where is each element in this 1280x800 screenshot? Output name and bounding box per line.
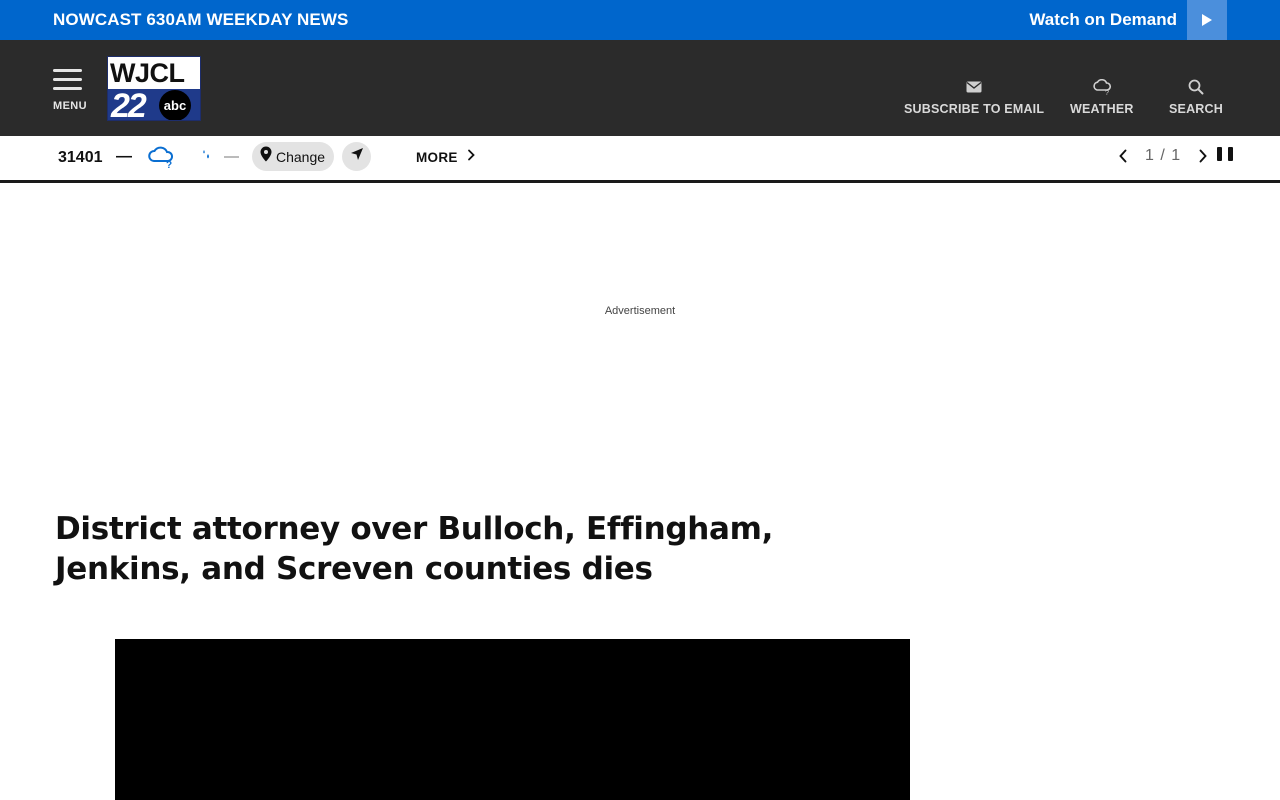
more-label: MORE: [416, 149, 458, 165]
alerts-pager: 1 / 1: [1114, 145, 1212, 167]
chevron-right-icon: [1199, 149, 1207, 163]
weather-condition-icon: ?: [147, 145, 175, 174]
watch-on-demand-label: Watch on Demand: [1029, 10, 1177, 29]
cloud-icon: ?: [1092, 78, 1112, 96]
temperature-value: —: [116, 148, 132, 165]
search-link[interactable]: SEARCH: [1169, 78, 1223, 116]
weather-strip: 31401 — ? — Change MORE 1 / 1: [0, 136, 1280, 183]
hamburger-icon-line: [53, 78, 82, 81]
map-pin-icon: [260, 146, 272, 167]
logo-channel-number: 22: [111, 87, 147, 121]
logo-bottom: 22 abc: [108, 87, 200, 121]
breaking-title: 630AM WEEKDAY NEWS: [146, 10, 349, 29]
breaking-news-bar: NOWCAST 630AM WEEKDAY NEWS Watch on Dema…: [0, 0, 1280, 40]
previous-button[interactable]: [1114, 145, 1132, 167]
menu-label: MENU: [53, 100, 87, 112]
chevron-right-icon: [467, 148, 475, 166]
pause-icon: [1217, 147, 1222, 161]
weather-label: WEATHER: [1070, 102, 1134, 116]
envelope-icon: [966, 78, 982, 96]
precipitation-icon: [200, 148, 214, 167]
logo-network-badge: abc: [159, 90, 191, 120]
logo-top: WJCL: [108, 57, 200, 89]
subscribe-email-link[interactable]: SUBSCRIBE TO EMAIL: [904, 78, 1044, 116]
watch-on-demand-button[interactable]: Watch on Demand: [1029, 0, 1227, 40]
change-location-label: Change: [276, 148, 326, 165]
precipitation-value: —: [224, 148, 239, 165]
location-arrow-icon: [350, 147, 364, 166]
change-location-button[interactable]: Change: [252, 142, 335, 171]
pause-icon-bar: [1228, 147, 1233, 161]
menu-button[interactable]: MENU: [53, 67, 87, 117]
logo-call-letters: WJCL: [110, 58, 185, 88]
breaking-prefix: NOWCAST: [53, 10, 147, 29]
subscribe-email-label: SUBSCRIBE TO EMAIL: [904, 102, 1045, 116]
next-button[interactable]: [1194, 145, 1212, 167]
site-header: MENU WJCL 22 abc SUBSCRIBE TO EMAIL ? WE…: [0, 40, 1280, 136]
station-logo[interactable]: WJCL 22 abc: [107, 56, 201, 121]
hamburger-icon-line: [53, 87, 82, 90]
pager-count: 1 / 1: [1145, 147, 1182, 164]
breaking-news-text[interactable]: NOWCAST 630AM WEEKDAY NEWS: [53, 10, 348, 30]
video-player[interactable]: [115, 639, 910, 800]
svg-text:?: ?: [166, 160, 172, 169]
more-weather-button[interactable]: MORE: [416, 148, 475, 166]
hamburger-icon: [53, 69, 82, 72]
chevron-left-icon: [1119, 149, 1127, 163]
zip-code[interactable]: 31401: [58, 149, 103, 167]
search-icon: [1188, 78, 1204, 96]
svg-text:?: ?: [1105, 90, 1109, 95]
play-icon: [1187, 0, 1227, 40]
use-my-location-button[interactable]: [342, 142, 371, 171]
advertisement-label: Advertisement: [604, 305, 676, 317]
search-label: SEARCH: [1169, 102, 1223, 116]
article-headline: District attorney over Bulloch, Effingha…: [55, 511, 774, 587]
pause-button[interactable]: [1217, 147, 1233, 163]
weather-link[interactable]: ? WEATHER: [1070, 78, 1134, 116]
